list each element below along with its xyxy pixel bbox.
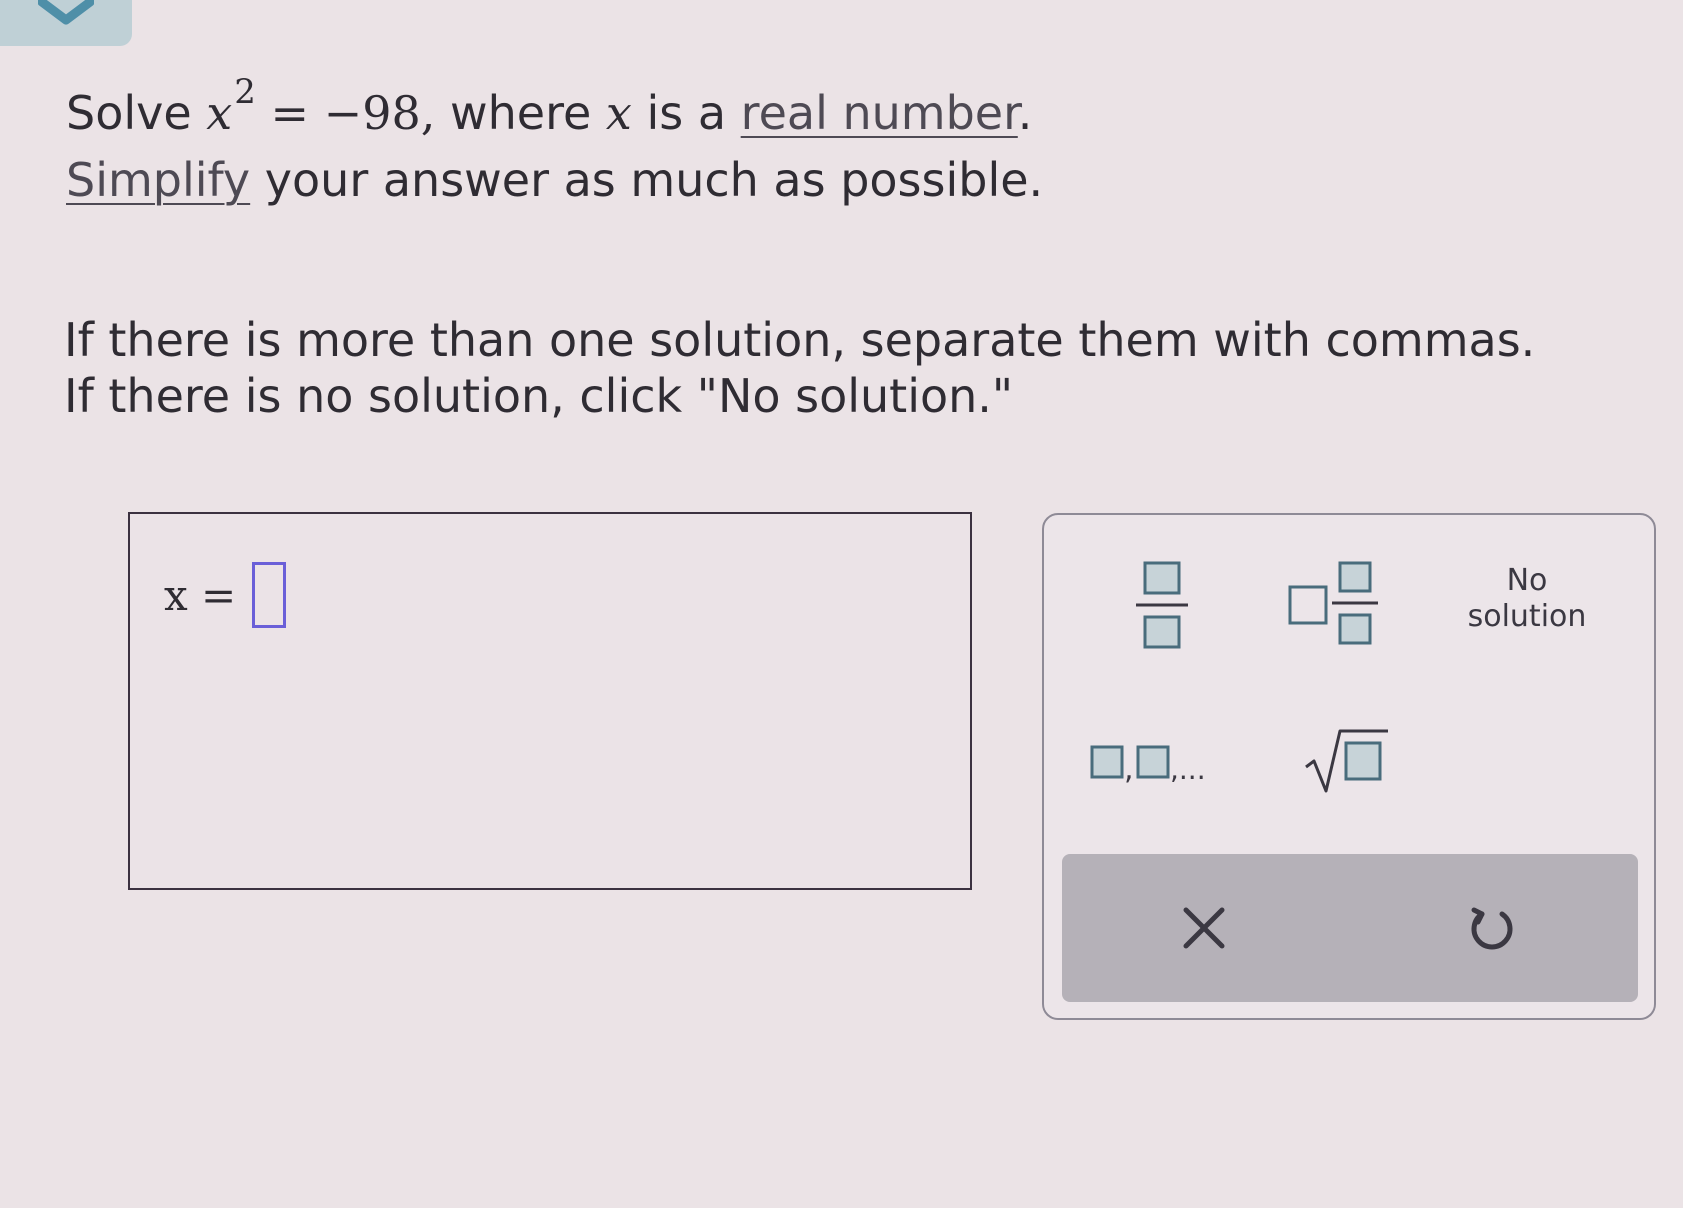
math-palette: No solution , ,... xyxy=(1042,513,1656,1020)
period: . xyxy=(1017,86,1033,140)
no-solution-line-2: solution xyxy=(1467,599,1587,634)
is-text: is a xyxy=(646,86,727,140)
answer-row: x = xyxy=(164,562,287,628)
chevron-down-icon xyxy=(38,0,94,25)
clear-button[interactable] xyxy=(1180,904,1228,956)
instruction-line-2: If there is no solution, click "No solut… xyxy=(64,369,1014,423)
problem-line-2: Simplify your answer as much as possible… xyxy=(66,149,1043,211)
no-solution-line-1: No xyxy=(1506,563,1548,598)
fraction-icon xyxy=(1136,561,1188,649)
exponent: 2 xyxy=(234,72,256,112)
instructions: If there is more than one solution, sepa… xyxy=(64,312,1535,424)
action-bar xyxy=(1062,854,1638,1002)
answer-input[interactable] xyxy=(252,562,287,628)
list-ellipsis: ,... xyxy=(1170,753,1206,786)
undo-button[interactable] xyxy=(1464,900,1520,960)
problem-statement: Solve x2 = −98, where x is a real number… xyxy=(66,72,1043,211)
answer-area[interactable]: x = xyxy=(128,512,972,890)
close-icon xyxy=(1183,907,1225,949)
undo-icon xyxy=(1471,907,1513,950)
mixed-number-button[interactable] xyxy=(1266,557,1388,657)
answer-label: x = xyxy=(164,570,237,620)
simplify-rest: your answer as much as possible. xyxy=(264,153,1044,207)
mixed-number-icon xyxy=(1288,561,1378,645)
no-solution-button[interactable]: No solution xyxy=(1462,563,1592,635)
solve-label: Solve xyxy=(66,86,192,140)
variable-x-again: x xyxy=(605,86,632,140)
square-root-icon xyxy=(1305,729,1388,793)
problem-line-1: Solve x2 = −98, where x is a real number… xyxy=(66,72,1043,149)
simplify-link[interactable]: Simplify xyxy=(66,153,250,207)
list-comma: , xyxy=(1124,752,1134,787)
fraction-button[interactable] xyxy=(1132,557,1192,657)
real-number-link[interactable]: real number xyxy=(741,86,1018,140)
sqrt-button[interactable] xyxy=(1302,723,1392,803)
list-button[interactable]: , ,... xyxy=(1088,735,1238,799)
list-separator-icon: , ,... xyxy=(1090,745,1206,787)
equation-rhs: = −98, xyxy=(270,86,436,140)
variable-x: x xyxy=(206,86,233,140)
where-text: where xyxy=(450,86,592,140)
instruction-line-1: If there is more than one solution, sepa… xyxy=(64,313,1536,367)
collapse-tab[interactable] xyxy=(0,0,132,46)
